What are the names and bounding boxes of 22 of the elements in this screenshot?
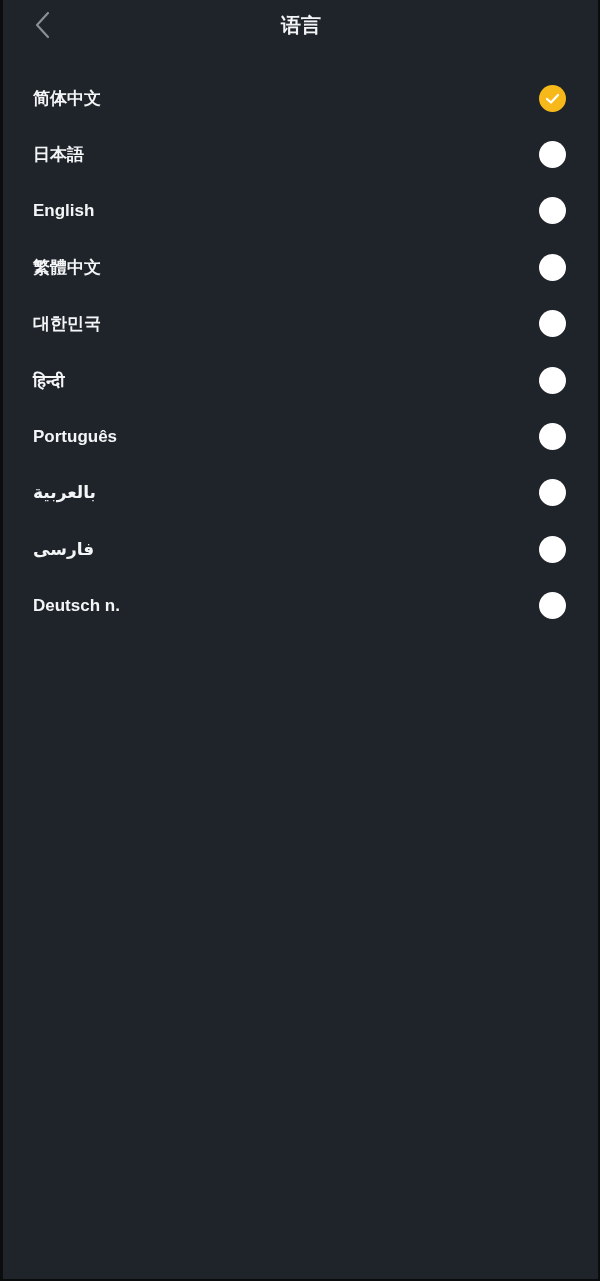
- radio-circle-icon[interactable]: [539, 253, 566, 281]
- radio-circle-icon[interactable]: [539, 197, 566, 225]
- back-icon[interactable]: [33, 11, 51, 39]
- radio-circle-icon[interactable]: [539, 141, 566, 169]
- radio-checked-icon[interactable]: [539, 84, 566, 112]
- radio-circle-icon[interactable]: [539, 366, 566, 394]
- language-label[interactable]: हिन्दी: [33, 368, 64, 392]
- radio-circle-icon[interactable]: [539, 423, 566, 451]
- language-label[interactable]: 日本語: [33, 143, 84, 167]
- language-label[interactable]: 简体中文: [33, 86, 101, 110]
- language-label[interactable]: English: [33, 200, 95, 221]
- language-label[interactable]: فارسی: [33, 538, 95, 560]
- language-label[interactable]: بالعربية: [33, 482, 96, 504]
- language-label[interactable]: Deutsch n.: [33, 595, 120, 616]
- radio-circle-icon[interactable]: [539, 479, 566, 507]
- language-label[interactable]: 繁體中文: [33, 255, 101, 279]
- radio-circle-icon[interactable]: [539, 310, 566, 338]
- language-label[interactable]: 대한민국: [33, 312, 101, 336]
- radio-circle-icon[interactable]: [539, 535, 566, 563]
- page-title: 语言: [280, 12, 321, 38]
- radio-circle-icon[interactable]: [539, 592, 566, 620]
- language-label[interactable]: Português: [33, 426, 118, 447]
